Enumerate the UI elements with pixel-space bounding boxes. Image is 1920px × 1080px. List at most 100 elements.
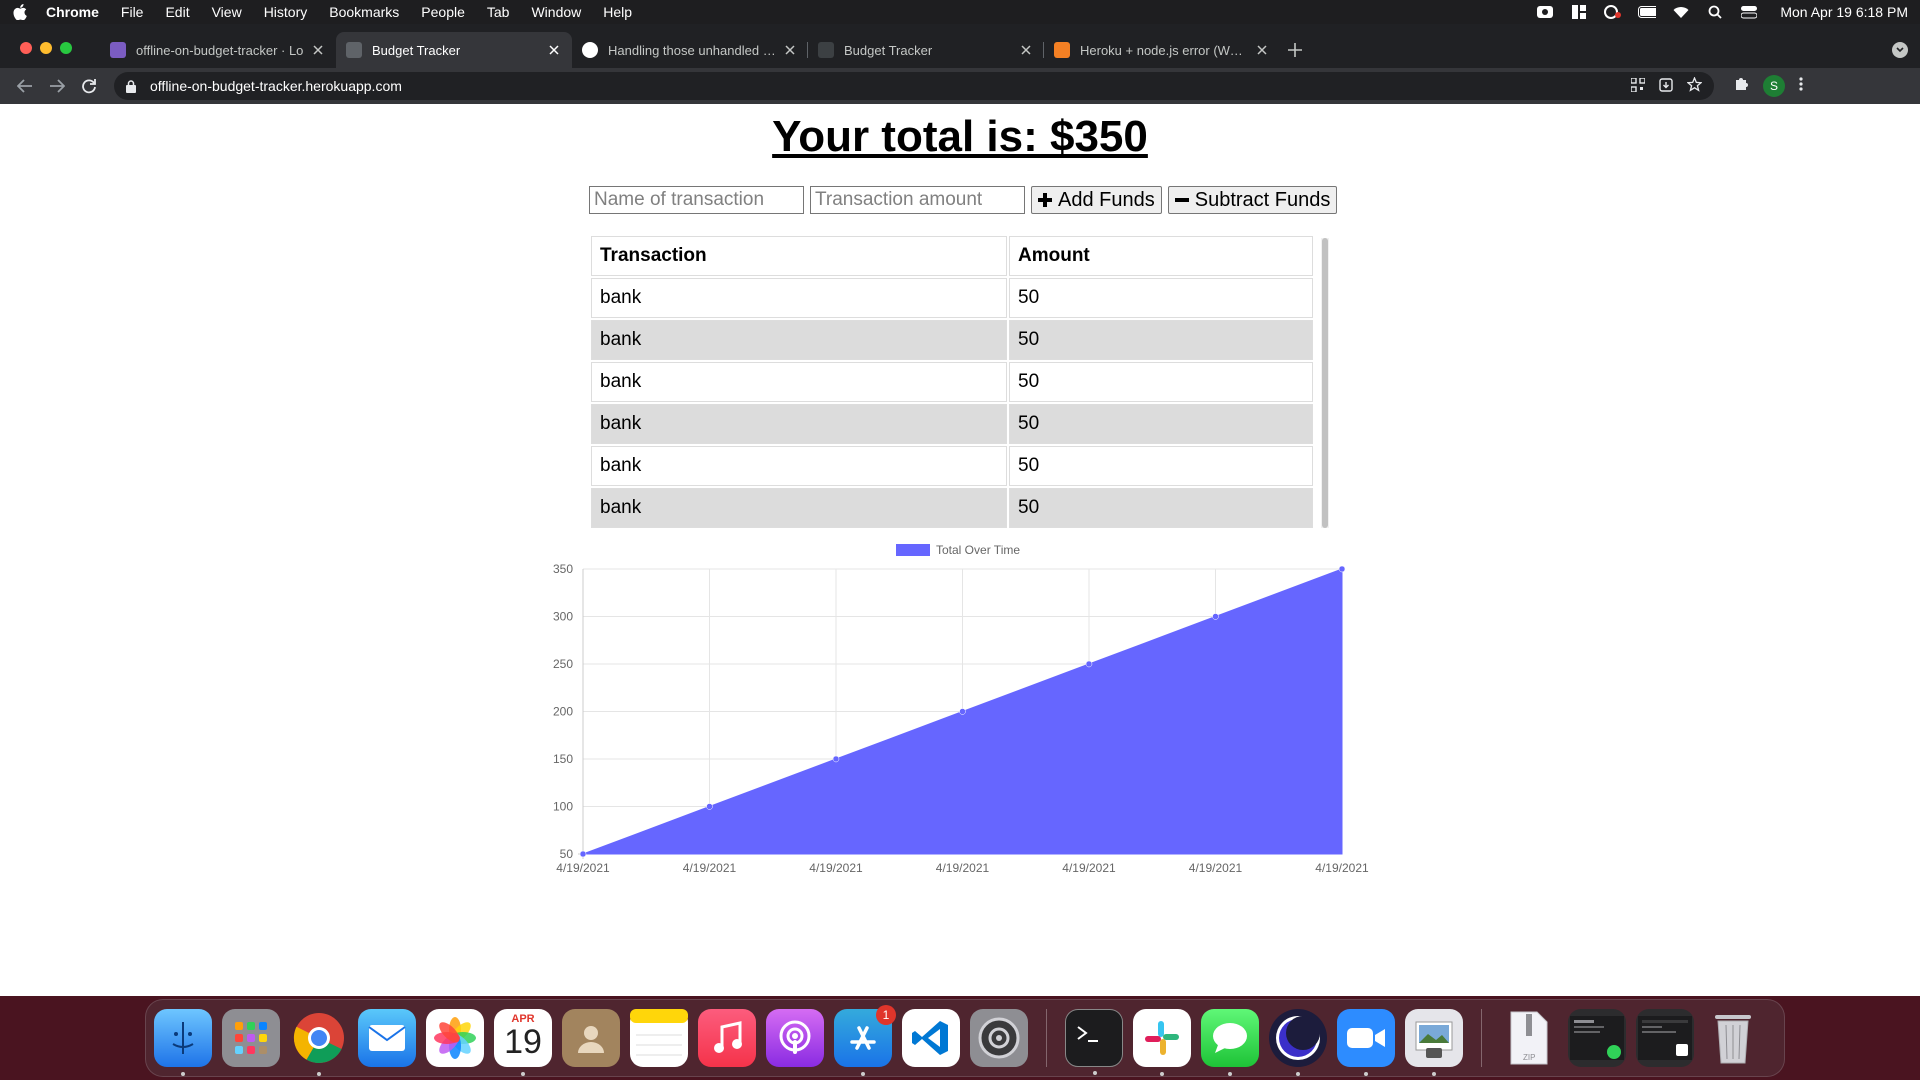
url-text[interactable]: offline-on-budget-tracker.herokuapp.com	[150, 78, 402, 94]
window-manager-icon[interactable]	[1570, 5, 1588, 19]
screen-record-icon[interactable]	[1536, 5, 1554, 19]
subtract-funds-button[interactable]: Subtract Funds	[1167, 186, 1338, 214]
creative-cloud-icon[interactable]	[1604, 5, 1622, 19]
data-point	[959, 708, 966, 715]
table-row: bank 50	[591, 488, 1313, 528]
menu-edit[interactable]: Edit	[165, 4, 189, 20]
wifi-icon[interactable]	[1672, 5, 1690, 19]
transactions-table-container[interactable]: Transaction Amount bank 50 bank 50 bank 50 …	[589, 234, 1329, 534]
menu-view[interactable]: View	[212, 4, 242, 20]
tab-unhandled-promises[interactable]: Handling those unhandled pro	[572, 32, 808, 68]
add-funds-button[interactable]: Add Funds	[1031, 186, 1162, 214]
launchpad-icon[interactable]	[222, 1009, 280, 1067]
app-store-badge: 1	[876, 1005, 896, 1025]
chrome-icon[interactable]	[290, 1009, 348, 1076]
podcasts-icon[interactable]	[766, 1009, 824, 1067]
close-tab-icon[interactable]	[546, 42, 562, 58]
close-tab-icon[interactable]	[310, 42, 326, 58]
tab-search-icon[interactable]	[1892, 42, 1908, 58]
trash-icon[interactable]	[1704, 1009, 1762, 1067]
tab-budget-tracker-active[interactable]: Budget Tracker	[336, 32, 572, 68]
table-scrollbar[interactable]	[1321, 238, 1329, 528]
tab-heroku-node-error[interactable]: Heroku + node.js error (Web p	[1044, 32, 1280, 68]
close-window-button[interactable]	[20, 42, 32, 54]
transaction-amount-cell: 50	[1009, 404, 1313, 444]
close-tab-icon[interactable]	[782, 42, 798, 58]
menu-bookmarks[interactable]: Bookmarks	[329, 4, 399, 20]
vscode-icon[interactable]	[902, 1009, 960, 1067]
legend-swatch	[896, 544, 930, 556]
menu-history[interactable]: History	[264, 4, 308, 20]
profile-avatar[interactable]: S	[1763, 75, 1785, 97]
y-tick-label: 300	[553, 610, 573, 624]
scrollbar-thumb[interactable]	[1322, 238, 1328, 528]
menu-bar: Chrome File Edit View History Bookmarks …	[0, 0, 1920, 24]
app-store-icon[interactable]: 1	[834, 1005, 896, 1076]
x-tick-label: 4/19/2021	[1189, 861, 1243, 875]
menu-people[interactable]: People	[421, 4, 465, 20]
reload-icon[interactable]	[74, 71, 104, 101]
transaction-amount-input[interactable]	[810, 186, 1025, 214]
transaction-name-input[interactable]	[589, 186, 804, 214]
y-tick-label: 50	[560, 847, 574, 861]
lock-icon[interactable]	[126, 79, 138, 93]
terminal-icon[interactable]	[1065, 1009, 1123, 1075]
menu-app-name[interactable]: Chrome	[46, 4, 99, 20]
qr-code-icon[interactable]	[1630, 76, 1646, 95]
menu-help[interactable]: Help	[603, 4, 632, 20]
messages-icon[interactable]	[1201, 1009, 1259, 1076]
control-center-icon[interactable]	[1740, 5, 1758, 19]
extensions-puzzle-icon[interactable]	[1734, 76, 1749, 96]
legend-label: Total Over Time	[936, 543, 1020, 557]
photos-icon[interactable]	[426, 1009, 484, 1067]
tab-strip: offline-on-budget-tracker · Lo Budget Tr…	[0, 24, 1920, 68]
chrome-menu-icon[interactable]	[1799, 76, 1803, 96]
slack-icon[interactable]	[1133, 1009, 1191, 1076]
minimize-window-button[interactable]	[40, 42, 52, 54]
transaction-amount-cell: 50	[1009, 362, 1313, 402]
finder-icon[interactable]	[154, 1009, 212, 1076]
battery-icon[interactable]	[1638, 5, 1657, 19]
notes-icon[interactable]	[630, 1009, 688, 1067]
transaction-name-cell: bank	[591, 320, 1007, 360]
tab-heroku-logs[interactable]: offline-on-budget-tracker · Lo	[100, 32, 336, 68]
menu-window[interactable]: Window	[531, 4, 581, 20]
data-point	[1085, 660, 1093, 668]
transaction-name-cell: bank	[591, 488, 1007, 528]
close-tab-icon[interactable]	[1018, 42, 1034, 58]
data-point	[832, 755, 840, 763]
close-tab-icon[interactable]	[1254, 42, 1270, 58]
new-tab-button[interactable]	[1280, 32, 1310, 68]
back-arrow-icon[interactable]	[10, 71, 40, 101]
tab-title: Budget Tracker	[372, 42, 461, 58]
bookmark-star-icon[interactable]	[1686, 76, 1703, 95]
music-icon[interactable]	[698, 1009, 756, 1067]
contacts-icon[interactable]	[562, 1009, 620, 1067]
menu-tab[interactable]: Tab	[487, 4, 510, 20]
zoom-icon[interactable]	[1337, 1009, 1395, 1076]
tab-title: offline-on-budget-tracker · Lo	[136, 42, 304, 58]
calendar-day: 19	[504, 1023, 542, 1061]
system-preferences-icon[interactable]	[970, 1009, 1028, 1067]
preview-icon[interactable]	[1405, 1009, 1463, 1076]
transaction-name-cell: bank	[591, 362, 1007, 402]
data-point	[1338, 565, 1346, 573]
install-app-icon[interactable]	[1659, 77, 1673, 95]
calendar-icon[interactable]: APR 19	[494, 1009, 552, 1076]
menubar-clock[interactable]: Mon Apr 19 6:18 PM	[1780, 4, 1908, 20]
screen-recorder-icon[interactable]	[1269, 1009, 1327, 1076]
mail-icon[interactable]	[358, 1009, 416, 1067]
x-tick-label: 4/19/2021	[936, 861, 990, 875]
data-point	[1212, 613, 1219, 620]
spotlight-search-icon[interactable]	[1706, 5, 1724, 19]
address-bar[interactable]: offline-on-budget-tracker.herokuapp.com	[114, 72, 1714, 100]
zip-file-icon[interactable]: ZIP	[1500, 1009, 1558, 1067]
menu-file[interactable]: File	[121, 4, 144, 20]
tab-budget-tracker[interactable]: Budget Tracker	[808, 32, 1044, 68]
window-thumbnail-icon[interactable]	[1568, 1009, 1626, 1067]
svg-text:ZIP: ZIP	[1523, 1053, 1535, 1062]
zoom-window-button[interactable]	[60, 42, 72, 54]
apple-menu-icon[interactable]	[12, 4, 28, 20]
window-thumbnail-icon[interactable]	[1636, 1009, 1694, 1067]
forward-arrow-icon[interactable]	[42, 71, 72, 101]
